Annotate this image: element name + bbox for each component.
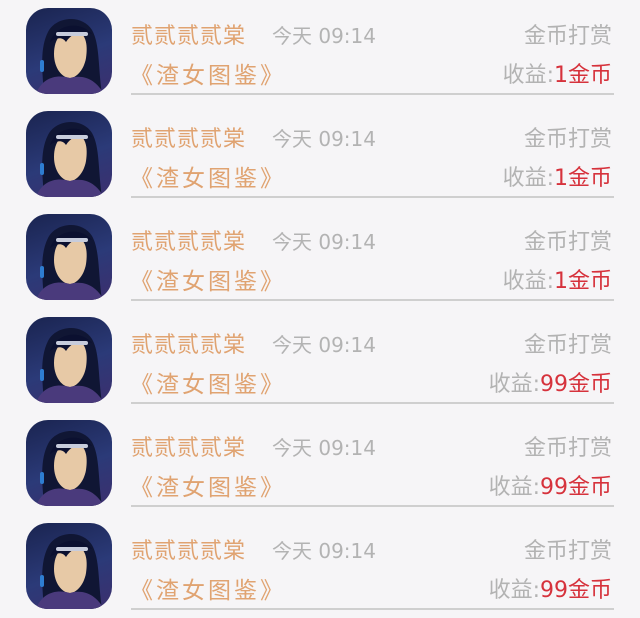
earnings-label: 收益:: [488, 475, 540, 500]
user-avatar[interactable]: [26, 111, 112, 197]
record-time: 今天 09:14: [272, 539, 376, 563]
earnings-amount: 1金币: [554, 166, 612, 191]
earnings-amount: 1金币: [554, 269, 612, 294]
row-divider: [131, 402, 614, 404]
book-title[interactable]: 《渣女图鉴》: [130, 56, 286, 90]
avatar-portrait-icon: [36, 224, 104, 300]
row-divider: [131, 505, 614, 507]
user-avatar[interactable]: [26, 8, 112, 94]
record-time: 今天 09:14: [272, 230, 376, 254]
user-avatar[interactable]: [26, 523, 112, 609]
earnings: 收益:99金币: [489, 366, 612, 398]
user-avatar[interactable]: [26, 214, 112, 300]
reward-record-row[interactable]: 贰贰贰贰棠 今天 09:14 金币打赏 《渣女图鉴》 收益:1金币: [0, 206, 640, 309]
book-title[interactable]: 《渣女图鉴》: [130, 159, 286, 193]
book-title[interactable]: 《渣女图鉴》: [130, 365, 286, 399]
row-divider: [131, 93, 614, 95]
reward-type: 金币打赏: [523, 436, 612, 461]
book-title[interactable]: 《渣女图鉴》: [130, 468, 286, 502]
user-name[interactable]: 贰贰贰贰棠: [131, 327, 246, 359]
reward-record-list: 贰贰贰贰棠 今天 09:14 金币打赏 《渣女图鉴》 收益:1金币 贰贰贰贰棠 …: [0, 0, 640, 613]
user-avatar[interactable]: [26, 420, 112, 506]
earnings-amount: 99金币: [540, 578, 612, 603]
record-time: 今天 09:14: [272, 436, 376, 460]
record-time: 今天 09:14: [272, 127, 376, 151]
earnings: 收益:99金币: [489, 469, 612, 501]
record-time: 今天 09:14: [272, 333, 376, 357]
earnings-label: 收益:: [488, 372, 540, 397]
row-divider: [131, 608, 614, 610]
reward-record-row[interactable]: 贰贰贰贰棠 今天 09:14 金币打赏 《渣女图鉴》 收益:99金币: [0, 412, 640, 515]
user-name[interactable]: 贰贰贰贰棠: [131, 121, 246, 153]
book-title[interactable]: 《渣女图鉴》: [130, 571, 286, 605]
earnings-amount: 99金币: [540, 475, 612, 500]
avatar-portrait-icon: [36, 121, 104, 197]
row-divider: [131, 299, 614, 301]
earnings-amount: 1金币: [554, 63, 612, 88]
avatar-portrait-icon: [36, 533, 104, 609]
earnings: 收益:1金币: [503, 57, 612, 89]
earnings-label: 收益:: [502, 269, 554, 294]
reward-record-row[interactable]: 贰贰贰贰棠 今天 09:14 金币打赏 《渣女图鉴》 收益:1金币: [0, 103, 640, 206]
reward-type: 金币打赏: [523, 230, 612, 255]
earnings-label: 收益:: [488, 578, 540, 603]
avatar-portrait-icon: [36, 18, 104, 94]
avatar-portrait-icon: [36, 327, 104, 403]
reward-record-row[interactable]: 贰贰贰贰棠 今天 09:14 金币打赏 《渣女图鉴》 收益:1金币: [0, 0, 640, 103]
row-divider: [131, 196, 614, 198]
user-avatar[interactable]: [26, 317, 112, 403]
earnings: 收益:1金币: [503, 263, 612, 295]
reward-type: 金币打赏: [523, 127, 612, 152]
reward-type: 金币打赏: [523, 24, 612, 49]
earnings: 收益:1金币: [503, 160, 612, 192]
reward-type: 金币打赏: [523, 333, 612, 358]
reward-type: 金币打赏: [523, 539, 612, 564]
reward-record-row[interactable]: 贰贰贰贰棠 今天 09:14 金币打赏 《渣女图鉴》 收益:99金币: [0, 515, 640, 618]
record-time: 今天 09:14: [272, 24, 376, 48]
earnings-label: 收益:: [502, 63, 554, 88]
book-title[interactable]: 《渣女图鉴》: [130, 262, 286, 296]
user-name[interactable]: 贰贰贰贰棠: [131, 18, 246, 50]
earnings-amount: 99金币: [540, 372, 612, 397]
earnings: 收益:99金币: [489, 572, 612, 604]
earnings-label: 收益:: [502, 166, 554, 191]
user-name[interactable]: 贰贰贰贰棠: [131, 430, 246, 462]
user-name[interactable]: 贰贰贰贰棠: [131, 533, 246, 565]
avatar-portrait-icon: [36, 430, 104, 506]
reward-record-row[interactable]: 贰贰贰贰棠 今天 09:14 金币打赏 《渣女图鉴》 收益:99金币: [0, 309, 640, 412]
user-name[interactable]: 贰贰贰贰棠: [131, 224, 246, 256]
